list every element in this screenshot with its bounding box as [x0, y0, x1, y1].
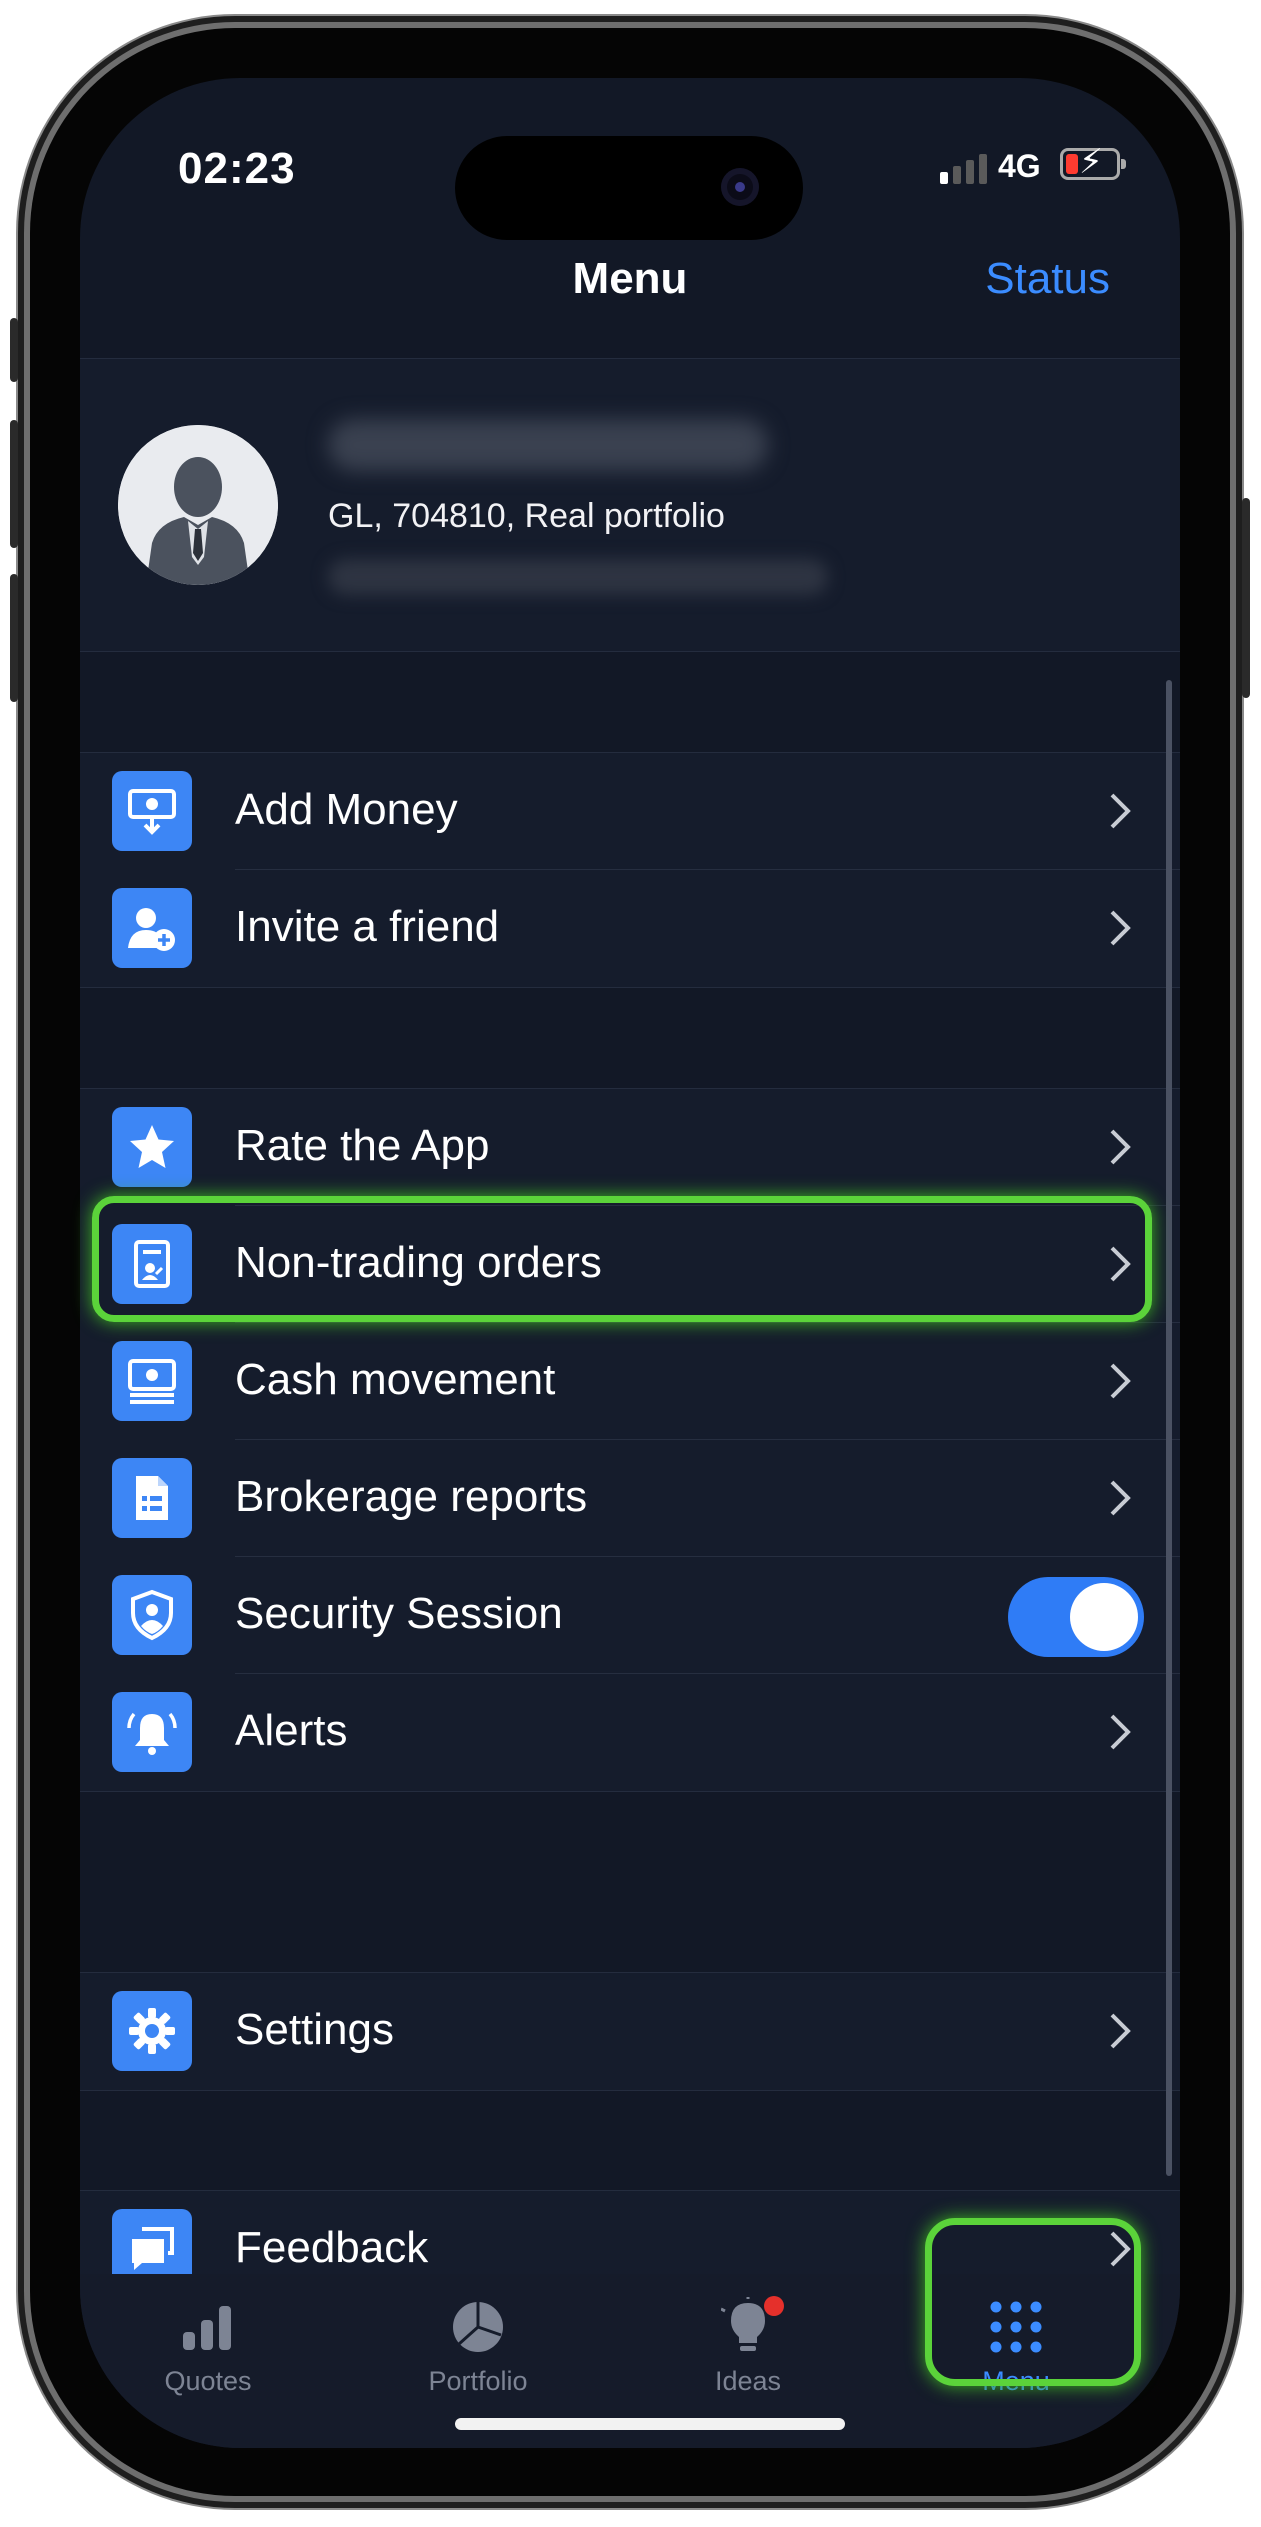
power-button: [1242, 498, 1250, 698]
chevron-right-icon: [1110, 1363, 1131, 1399]
menu-item-label: Rate the App: [235, 1121, 490, 1170]
tab-portfolio[interactable]: Portfolio: [378, 2294, 578, 2397]
chevron-right-icon: [1110, 1480, 1131, 1516]
menu-item-rate-app[interactable]: Rate the App: [80, 1089, 1180, 1206]
menu-item-brokerage-reports[interactable]: Brokerage reports: [80, 1440, 1180, 1557]
menu-item-label: Invite a friend: [235, 902, 500, 951]
chevron-right-icon: [1110, 1714, 1131, 1750]
menu-group-3: Settings: [80, 1972, 1180, 2091]
add-money-icon: [112, 771, 192, 851]
menu-item-label: Cash movement: [235, 1355, 556, 1404]
menu-item-label: Feedback: [235, 2223, 429, 2272]
highlight-menu-tab: [925, 2218, 1141, 2386]
highlight-non-trading-orders: [92, 1196, 1152, 1322]
chat-icon: [112, 2209, 192, 2274]
profile-email-blurred: [328, 559, 828, 595]
tab-quotes[interactable]: Quotes: [108, 2294, 308, 2397]
menu-group-2: Rate the App Non-trading orders Cash mov…: [80, 1088, 1180, 1792]
profile-card[interactable]: GL, 704810, Real portfolio: [80, 358, 1180, 652]
menu-item-invite-friend[interactable]: Invite a friend: [80, 870, 1180, 987]
star-icon: [112, 1107, 192, 1187]
menu-item-label: Add Money: [235, 785, 458, 834]
menu-item-label: Brokerage reports: [235, 1472, 588, 1521]
status-bar: 02:23 4G ⚡: [80, 78, 1180, 240]
network-type: 4G: [998, 148, 1041, 184]
notification-badge: [764, 2296, 784, 2316]
profile-account: GL, 704810, Real portfolio: [328, 497, 725, 535]
signal-icon: [940, 154, 987, 184]
gear-icon: [112, 1991, 192, 2071]
bar-chart-icon: [108, 2294, 308, 2360]
pie-chart-icon: [378, 2294, 578, 2360]
menu-item-security-session: Security Session: [80, 1557, 1180, 1674]
menu-item-add-money[interactable]: Add Money: [80, 753, 1180, 870]
menu-item-cash-movement[interactable]: Cash movement: [80, 1323, 1180, 1440]
security-session-toggle[interactable]: [1008, 1577, 1144, 1657]
status-time: 02:23: [178, 144, 296, 193]
camera-icon: [721, 168, 759, 206]
nav-bar: Menu Status: [80, 218, 1180, 348]
report-icon: [112, 1458, 192, 1538]
menu-item-settings[interactable]: Settings: [80, 1973, 1180, 2090]
bell-icon: [112, 1692, 192, 1772]
menu-item-label: Settings: [235, 2005, 394, 2054]
home-indicator[interactable]: [455, 2418, 845, 2430]
cash-icon: [112, 1341, 192, 1421]
profile-name-blurred: [328, 419, 768, 471]
menu-group-1: Add Money Invite a friend: [80, 752, 1180, 988]
avatar: [118, 425, 278, 585]
menu-item-label: Security Session: [235, 1589, 563, 1638]
tab-label: Portfolio: [428, 2366, 528, 2396]
scrollbar[interactable]: [1166, 680, 1172, 2176]
tab-ideas[interactable]: Ideas: [648, 2294, 848, 2397]
status-link[interactable]: Status: [985, 254, 1110, 304]
chevron-right-icon: [1110, 793, 1131, 829]
volume-down-button: [10, 574, 18, 702]
chevron-right-icon: [1110, 1129, 1131, 1165]
mute-switch: [10, 318, 18, 382]
menu-item-label: Alerts: [235, 1706, 348, 1755]
menu-item-alerts[interactable]: Alerts: [80, 1674, 1180, 1791]
volume-up-button: [10, 420, 18, 548]
battery-icon: ⚡: [1060, 145, 1126, 180]
lightbulb-icon: [648, 2294, 848, 2360]
invite-user-icon: [112, 888, 192, 968]
tab-label: Ideas: [714, 2366, 782, 2396]
chevron-right-icon: [1110, 910, 1131, 946]
tab-label: Quotes: [164, 2366, 252, 2396]
shield-icon: [112, 1575, 192, 1655]
chevron-right-icon: [1110, 2013, 1131, 2049]
